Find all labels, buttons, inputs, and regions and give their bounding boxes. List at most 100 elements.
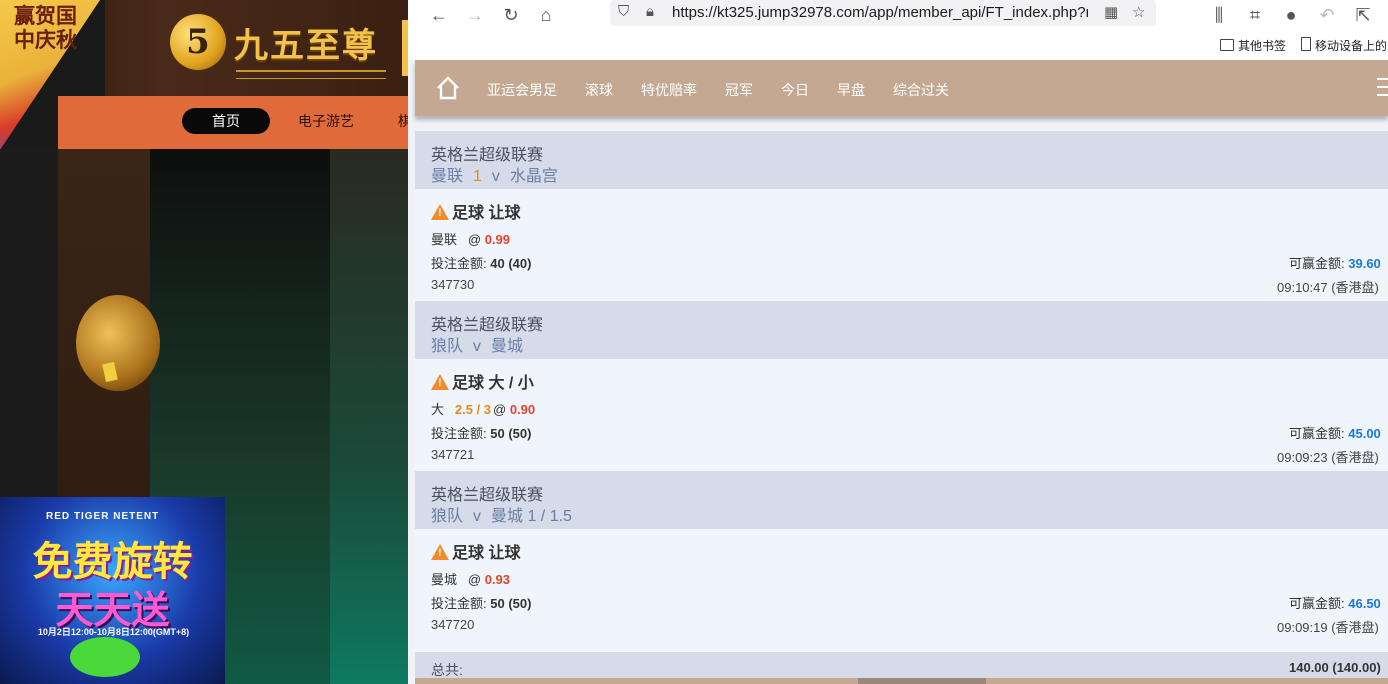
match-header: 英格兰超级联赛 狼队 v 曼城 1 / 1.5 (415, 471, 1388, 529)
home-team: 曼联 (431, 168, 464, 185)
sportsbook-nav: 亚运会男足 滚球 特优赔率 冠军 今日 早盘 综合过关 (415, 60, 1388, 116)
logo-badge: 5 (170, 14, 226, 70)
odds-value: 0.93 (484, 572, 510, 587)
away-team: 曼城 1 / 1.5 (491, 508, 572, 525)
mobile-bookmarks[interactable]: 移动设备上的 (1301, 37, 1387, 54)
home-icon[interactable]: ⌂ (535, 4, 557, 26)
at-symbol: @ (467, 232, 482, 247)
nav-early-market[interactable]: 早盘 (837, 80, 865, 100)
ticket-number: 347730 (431, 277, 475, 292)
versus-label: v (491, 168, 500, 185)
versus-label: v (473, 338, 482, 355)
nav-parlay[interactable]: 综合过关 (893, 80, 949, 100)
win-value: 39.60 (1348, 256, 1381, 271)
nav-today[interactable]: 今日 (781, 80, 809, 100)
bookmarks-bar: 其他书签 移动设备上的 (408, 30, 1388, 60)
nav-special-odds[interactable]: 特优赔率 (641, 80, 697, 100)
bookmark-star-icon[interactable]: ☆ (1132, 3, 1145, 21)
frog-mascot-image (70, 637, 140, 677)
bet-time: 09:09:19 (香港盘) (1277, 620, 1379, 635)
bet-type-label: 足球 大 / 小 (452, 375, 534, 392)
nav-home[interactable]: 首页 (182, 108, 270, 134)
ticket-number: 347721 (431, 447, 475, 462)
promo-brands: RED TIGER NETENT (46, 511, 160, 522)
ticket-number: 347720 (431, 617, 475, 632)
bet-time: 09:09:23 (香港盘) (1277, 450, 1379, 465)
bet-detail: 足球 让球 曼城 @ 0.93 投注金额: 50 (50) 可赢金额: 46.5… (415, 529, 1388, 641)
stake-value: 50 (50) (490, 426, 532, 441)
home-team: 狼队 (431, 508, 464, 525)
library-icon[interactable]: ⫼ (1208, 4, 1230, 26)
browser-toolbar: ← → ↻ ⌂ ⛉ 🔒︎ https://kt325.jump32978.com… (408, 0, 1388, 30)
other-bookmarks[interactable]: 其他书签 (1220, 37, 1286, 54)
qr-code-icon[interactable]: ▦ (1104, 3, 1118, 21)
bet-type-label: 足球 让球 (452, 545, 521, 562)
win-label: 可赢金额: (1289, 426, 1345, 441)
match-teams: 曼联 1 v 水晶宫 (431, 162, 568, 186)
stake-value: 50 (50) (490, 596, 532, 611)
horizontal-scrollbar[interactable] (415, 678, 1388, 684)
warning-icon (431, 544, 449, 560)
odds-value: 0.99 (484, 232, 510, 247)
stake-amount: 投注金额: 50 (50) (431, 423, 531, 442)
folder-icon (1220, 39, 1234, 51)
bet-time: 09:10:47 (香港盘) (1277, 280, 1379, 295)
away-team: 水晶宫 (509, 168, 558, 185)
win-amount: 可赢金额: 46.50 (1289, 593, 1381, 612)
url-text[interactable]: https://kt325.jump32978.com/app/member_a… (672, 4, 1088, 21)
bet-type: 足球 大 / 小 (431, 369, 534, 393)
undo-icon[interactable]: ↶ (1316, 4, 1338, 26)
site-logo[interactable]: 5 九五至尊 (170, 14, 378, 70)
share-icon[interactable]: ⇱ (1352, 4, 1374, 26)
bet-type-label: 足球 让球 (452, 205, 521, 222)
total-label: 总共: (431, 662, 463, 678)
match-header: 英格兰超级联赛 曼联 1 v 水晶宫 (415, 131, 1388, 189)
site-nav: 首页 电子游艺 棋 (58, 96, 408, 149)
match-score: 1 (473, 168, 482, 185)
nav-electronic-games[interactable]: 电子游艺 (298, 108, 354, 134)
address-bar[interactable]: ⛉ 🔒︎ https://kt325.jump32978.com/app/mem… (610, 0, 1156, 26)
logo-text: 九五至尊 (234, 25, 378, 66)
menu-hamburger-icon[interactable] (1377, 78, 1388, 98)
logo-ornament (236, 70, 386, 79)
home-icon[interactable] (435, 75, 461, 101)
promo-date: 10月2日12:00-10月8日12:00(GMT+8) (37, 627, 190, 637)
bet-detail: 足球 大 / 小 大 2.5 / 3@ 0.90 投注金额: 50 (50) 可… (415, 359, 1388, 471)
selection-name: 曼城 (431, 572, 458, 587)
bet-type: 足球 让球 (431, 199, 520, 223)
stake-amount: 投注金额: 40 (40) (431, 253, 531, 272)
reload-icon[interactable]: ↻ (500, 4, 522, 26)
win-amount: 可赢金额: 45.00 (1289, 423, 1381, 442)
forward-arrow-icon[interactable]: → (464, 4, 486, 26)
home-team: 狼队 (431, 338, 464, 355)
at-symbol: @ (467, 572, 482, 587)
gold-coin-image (76, 295, 160, 391)
stake-label: 投注金额: (431, 596, 487, 611)
chat-bubble-icon[interactable]: ● (1280, 4, 1302, 26)
win-amount: 可赢金额: 39.60 (1289, 253, 1381, 272)
handicap-line: 2.5 / 3 (454, 402, 491, 417)
background-casino-window: 5 九五至尊 赢贺国中庆秋 首页 电子游艺 棋 RED TIGER NETENT… (0, 0, 408, 684)
nav-asian-games-football[interactable]: 亚运会男足 (487, 80, 557, 100)
selection-name: 曼联 (431, 232, 458, 247)
at-symbol: @ (493, 402, 507, 417)
odds-value: 0.90 (509, 402, 536, 417)
free-spin-promo[interactable]: RED TIGER NETENT 免费旋转 天天送 10月2日12:00-10月… (0, 497, 225, 684)
nav-chess[interactable]: 棋 (398, 108, 408, 134)
warning-icon (431, 374, 449, 390)
hero-panel (330, 149, 408, 684)
scrollbar-thumb[interactable] (858, 678, 986, 684)
lock-icon[interactable]: 🔒︎ (646, 3, 654, 20)
bet-selection: 大 2.5 / 3 @ 0.90 (431, 399, 535, 418)
nav-live-betting[interactable]: 滚球 (585, 80, 613, 100)
crop-screenshot-icon[interactable]: ⌗ (1244, 4, 1266, 26)
ribbon-text: 赢贺国中庆秋 (14, 3, 77, 52)
stake-label: 投注金额: (431, 256, 487, 271)
stake-value: 40 (40) (490, 256, 532, 271)
nav-champion[interactable]: 冠军 (725, 80, 753, 100)
bet-detail: 足球 让球 曼联 @ 0.99 投注金额: 40 (40) 可赢金额: 39.6… (415, 189, 1388, 301)
back-arrow-icon[interactable]: ← (428, 4, 450, 26)
bet-selection: 曼城 @ 0.93 (431, 569, 510, 588)
bet-selection: 曼联 @ 0.99 (431, 229, 510, 248)
shield-icon[interactable]: ⛉ (618, 3, 629, 20)
